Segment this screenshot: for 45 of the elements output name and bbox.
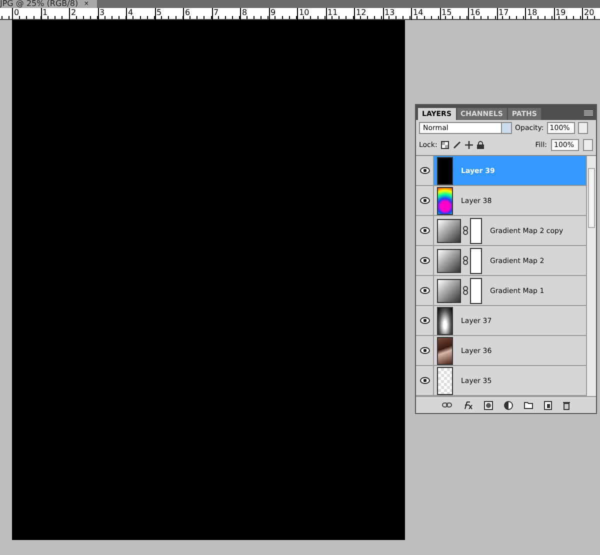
eye-icon[interactable]	[420, 167, 430, 174]
ruler-number: 15	[440, 8, 468, 20]
layer-thumbnail	[437, 186, 453, 214]
fx-icon[interactable]	[463, 400, 473, 410]
ruler-number: 17	[496, 8, 525, 20]
chain-icon	[463, 286, 468, 295]
eye-icon[interactable]	[420, 287, 430, 294]
ruler-number: 18	[525, 8, 554, 20]
scrollbar[interactable]	[586, 156, 596, 396]
menu-icon[interactable]	[584, 110, 593, 116]
chain-icon	[463, 226, 468, 235]
folder-icon[interactable]	[524, 401, 533, 409]
close-button[interactable]: ×	[84, 0, 89, 8]
fill-stepper[interactable]	[583, 139, 593, 151]
layer-thumbnail	[437, 306, 453, 334]
mask-icon[interactable]	[484, 400, 493, 410]
lock-icon[interactable]	[477, 141, 484, 149]
brush-icon[interactable]	[453, 141, 462, 149]
gradient-thumbnail	[437, 218, 461, 242]
eye-icon[interactable]	[420, 347, 430, 354]
eye-icon[interactable]	[420, 317, 430, 324]
ruler-number: 16	[468, 8, 496, 20]
gradient-thumbnail	[437, 248, 461, 272]
mask-thumbnail	[470, 248, 482, 274]
move-icon[interactable]	[465, 141, 474, 149]
eye-icon[interactable]	[420, 197, 430, 204]
new-layer-icon[interactable]	[544, 400, 552, 410]
layer-thumbnail	[437, 366, 453, 394]
ruler-number: 19	[554, 8, 582, 20]
eye-icon[interactable]	[420, 377, 430, 384]
gradient-thumbnail	[437, 278, 461, 302]
eye-icon[interactable]	[420, 257, 430, 264]
eye-icon[interactable]	[420, 227, 430, 234]
layer-thumbnail	[437, 336, 453, 364]
ruler-number: 14	[411, 8, 440, 20]
lock-transparent-icon[interactable]	[441, 141, 450, 149]
trash-icon[interactable]	[563, 400, 570, 410]
half-circle-icon[interactable]	[504, 400, 513, 410]
link-icon[interactable]	[442, 402, 452, 408]
layer-thumbnail	[437, 156, 453, 184]
ruler-number: 20	[582, 8, 600, 20]
mask-thumbnail	[470, 218, 482, 244]
chain-icon	[463, 256, 468, 265]
opacity-stepper[interactable]	[578, 122, 588, 134]
mask-thumbnail	[470, 278, 482, 304]
